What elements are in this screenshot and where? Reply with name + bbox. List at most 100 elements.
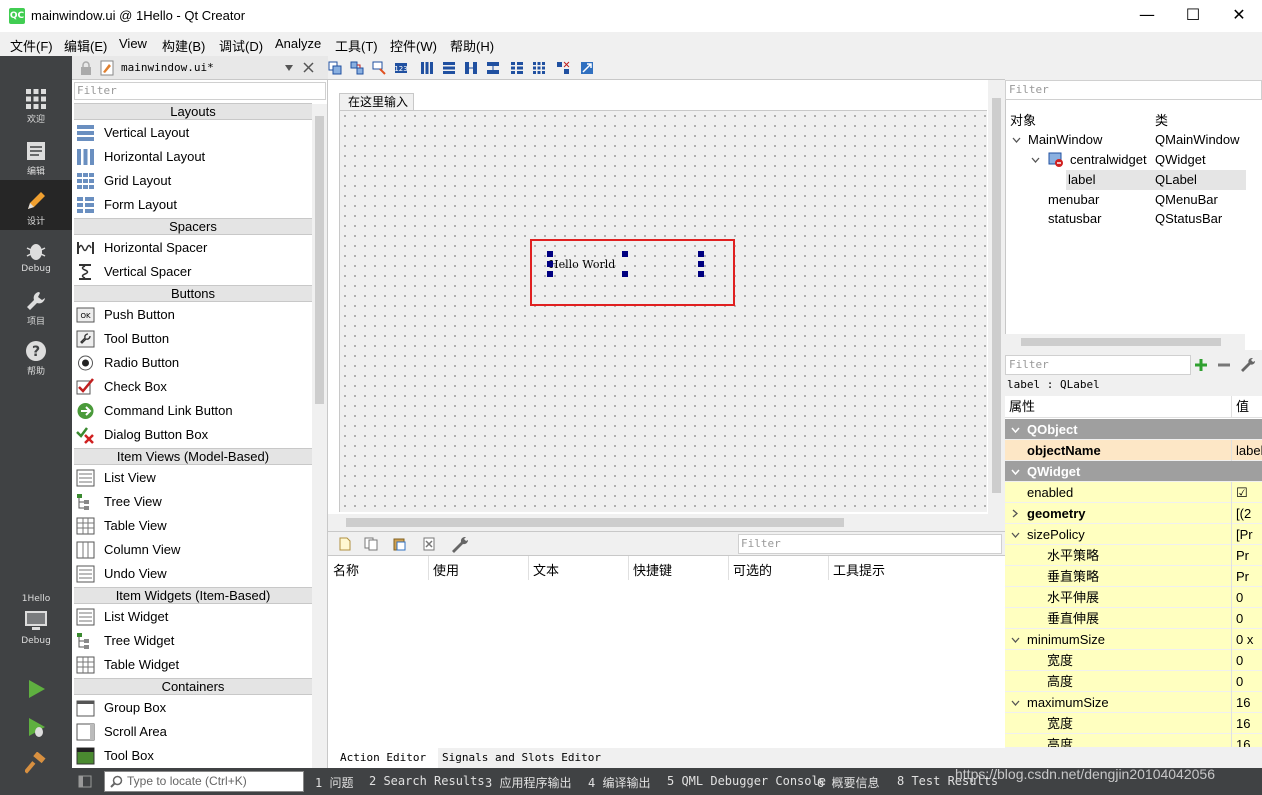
widget-item-tree-view[interactable]: Tree View (76, 490, 312, 514)
menu-edit[interactable]: 编辑(E) (64, 36, 107, 55)
edit-tab-order-icon[interactable]: 123 (394, 61, 408, 75)
adjust-size-icon[interactable] (580, 61, 594, 75)
chevron-right-icon[interactable] (1011, 509, 1019, 518)
property-row-sizepolicy[interactable]: sizePolicy [Pr (1005, 524, 1262, 545)
property-value[interactable]: 0 (1231, 608, 1262, 629)
layout-splitter-horizontal-icon[interactable] (464, 61, 478, 75)
menu-tools[interactable]: 工具(T) (335, 36, 378, 55)
locator-input[interactable]: Type to locate (Ctrl+K) (104, 771, 304, 792)
property-row-min-width[interactable]: 宽度 0 (1005, 650, 1262, 671)
category-containers[interactable]: Containers (74, 678, 312, 695)
form-vertical-scrollbar[interactable] (988, 80, 1005, 514)
toggle-sidebar-icon[interactable] (78, 775, 92, 788)
property-value[interactable]: 0 (1231, 671, 1262, 692)
layout-grid-icon[interactable] (532, 61, 546, 75)
tab-signals-slots-editor[interactable]: Signals and Slots Editor (430, 748, 613, 768)
property-value[interactable]: [(2 (1231, 503, 1262, 524)
widget-item-column-view[interactable]: Column View (76, 538, 312, 562)
property-value[interactable]: 16 (1231, 734, 1262, 747)
resize-handle[interactable] (622, 271, 628, 277)
property-row-min-height[interactable]: 高度 0 (1005, 671, 1262, 692)
scrollbar-thumb[interactable] (1021, 338, 1221, 346)
mode-design[interactable]: 设计 (0, 180, 72, 230)
widget-item-grid-layout[interactable]: Grid Layout (76, 169, 312, 193)
menu-widgets[interactable]: 控件(W) (390, 36, 437, 55)
build-button[interactable] (0, 752, 72, 776)
column-header-text[interactable]: 文本 (533, 560, 559, 579)
debug-run-button[interactable] (0, 716, 72, 740)
mode-edit[interactable]: 编辑 (0, 140, 72, 177)
mode-help[interactable]: ? 帮助 (0, 340, 72, 377)
object-inspector-filter-input[interactable]: Filter (1005, 80, 1262, 100)
widget-item-push-button[interactable]: OK Push Button (76, 303, 312, 327)
tree-row-statusbar[interactable]: statusbar QStatusBar (1006, 209, 1246, 229)
mode-welcome[interactable]: 欢迎 (0, 88, 72, 125)
menu-file[interactable]: 文件(F) (10, 36, 53, 55)
menu-help[interactable]: 帮助(H) (450, 36, 494, 55)
tree-row-mainwindow[interactable]: MainWindow QMainWindow (1006, 130, 1246, 150)
new-action-icon[interactable] (338, 537, 352, 551)
layout-splitter-vertical-icon[interactable] (486, 61, 500, 75)
property-filter-input[interactable]: Filter (1005, 355, 1191, 375)
widget-item-undo-view[interactable]: Undo View (76, 562, 312, 586)
form-canvas[interactable] (339, 110, 987, 512)
widget-item-tool-box[interactable]: Tool Box (76, 744, 312, 768)
layout-horizontally-icon[interactable] (420, 61, 434, 75)
column-header-name[interactable]: 名称 (333, 560, 359, 579)
resize-handle[interactable] (547, 261, 553, 267)
layout-vertically-icon[interactable] (442, 61, 456, 75)
property-value[interactable]: 0 (1231, 650, 1262, 671)
column-header-property[interactable]: 属性 (1009, 396, 1035, 418)
property-value-checkbox[interactable]: ☑ (1231, 482, 1262, 503)
property-value[interactable]: 16 (1231, 692, 1262, 713)
category-buttons[interactable]: Buttons (74, 285, 312, 302)
widget-item-vertical-spacer[interactable]: Vertical Spacer (76, 260, 312, 284)
property-value[interactable]: 0 (1231, 587, 1262, 608)
column-header-checkable[interactable]: 可选的 (733, 560, 772, 579)
chevron-down-icon[interactable] (1011, 699, 1020, 707)
widget-item-scroll-area[interactable]: Scroll Area (76, 720, 312, 744)
layout-form-icon[interactable] (510, 61, 524, 75)
column-header-value[interactable]: 值 (1231, 396, 1262, 418)
scrollbar-thumb[interactable] (346, 518, 844, 527)
tree-row-menubar[interactable]: menubar QMenuBar (1006, 190, 1246, 210)
property-value[interactable]: Pr (1231, 566, 1262, 587)
property-row-horizontal-policy[interactable]: 水平策略 Pr (1005, 545, 1262, 566)
copy-action-icon[interactable] (364, 537, 378, 551)
tree-row-label-selected[interactable]: label QLabel (1066, 170, 1246, 190)
menu-view[interactable]: View (119, 36, 147, 51)
chevron-down-icon[interactable] (285, 65, 293, 71)
scrollbar-thumb[interactable] (992, 98, 1001, 493)
scrollbar-thumb[interactable] (315, 116, 324, 404)
tree-row-centralwidget[interactable]: centralwidget QWidget (1006, 150, 1246, 170)
property-row-horizontal-stretch[interactable]: 水平伸展 0 (1005, 587, 1262, 608)
widget-box-filter-input[interactable]: Filter (74, 82, 326, 100)
tab-action-editor[interactable]: Action Editor (328, 748, 439, 768)
property-row-minimumsize[interactable]: minimumSize 0 x (1005, 629, 1262, 650)
property-row-max-width[interactable]: 宽度 16 (1005, 713, 1262, 734)
column-header-shortcut[interactable]: 快捷键 (633, 560, 672, 579)
category-spacers[interactable]: Spacers (74, 218, 312, 235)
property-row-objectname[interactable]: objectName label (1005, 440, 1262, 461)
chevron-down-icon[interactable] (1011, 636, 1020, 644)
widget-item-tree-widget[interactable]: Tree Widget (76, 629, 312, 653)
mode-debug[interactable]: Debug (0, 240, 72, 274)
menu-build[interactable]: 构建(B) (162, 36, 205, 55)
property-value[interactable]: 16 (1231, 713, 1262, 734)
output-tab-search-results[interactable]: 2 Search Results (369, 774, 485, 788)
kit-selector[interactable]: 1Hello Debug (0, 594, 72, 646)
chevron-down-icon[interactable] (1011, 426, 1020, 434)
widget-item-check-box[interactable]: Check Box (76, 375, 312, 399)
close-document-icon[interactable] (303, 62, 314, 73)
output-tab-qml-debugger-console[interactable]: 5 QML Debugger Console (667, 774, 826, 788)
menu-analyze[interactable]: Analyze (275, 36, 321, 51)
menu-debug[interactable]: 调试(D) (219, 36, 263, 55)
property-row-maximumsize[interactable]: maximumSize 16 (1005, 692, 1262, 713)
output-tab-compile-output[interactable]: 4 编译输出 (588, 774, 650, 791)
property-row-vertical-policy[interactable]: 垂直策略 Pr (1005, 566, 1262, 587)
property-row-enabled[interactable]: enabled ☑ (1005, 482, 1262, 503)
mode-projects[interactable]: 项目 (0, 290, 72, 327)
widget-item-form-layout[interactable]: Form Layout (76, 193, 312, 217)
property-value[interactable]: [Pr (1231, 524, 1262, 545)
category-item-widgets[interactable]: Item Widgets (Item-Based) (74, 587, 312, 604)
